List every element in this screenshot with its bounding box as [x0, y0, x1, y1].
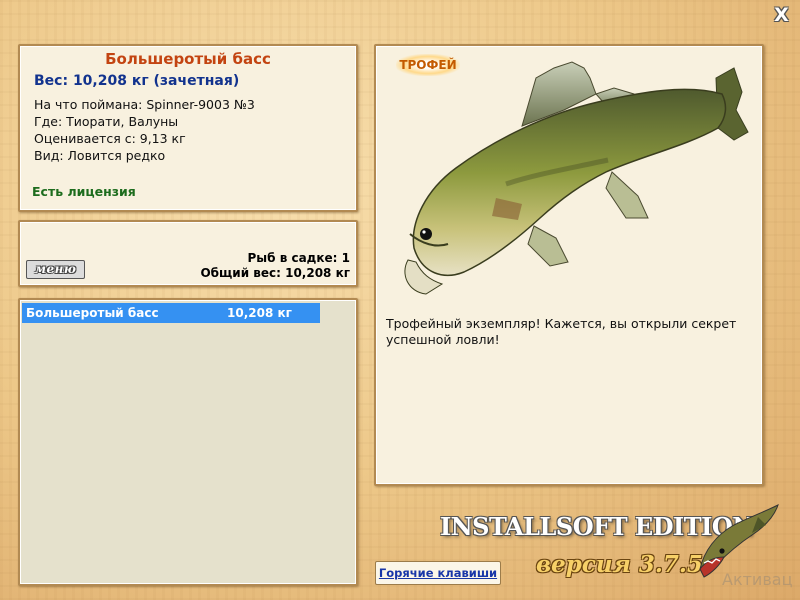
hotkeys-button[interactable]: Горячие клавиши [375, 561, 501, 585]
bass-fish-image [404, 61, 749, 295]
license-status: Есть лицензия [32, 184, 136, 199]
version-label: версия 3.7.5 [536, 551, 703, 578]
bait-info: На что поймана: Spinner-9003 №3 [34, 97, 255, 112]
keepnet-summary-panel: меню Рыб в садке: 1 Общий вес: 10,208 кг [18, 220, 358, 287]
list-item-weight: 10,208 кг [227, 306, 292, 320]
total-weight: Общий вес: 10,208 кг [200, 266, 350, 280]
activation-watermark: Активац [722, 570, 793, 589]
fish-count: Рыб в садке: 1 [247, 251, 351, 265]
location-info: Где: Тиорати, Валуны [34, 114, 179, 129]
fish-list-panel: Большеротый басс 10,208 кг [18, 298, 358, 586]
list-item-name: Большеротый басс [26, 306, 159, 320]
pike-logo-icon [699, 504, 779, 578]
fish-image-panel: ТРОФЕЙ Трофейный экземпляр! Кажется, вы … [374, 44, 764, 486]
trophy-badge: ТРОФЕЙ [396, 54, 460, 76]
value-info: Оценивается с: 9,13 кг [34, 131, 186, 146]
catch-info-panel: Большеротый басс Вес: 10,208 кг (зачетна… [18, 44, 358, 212]
fish-weight: Вес: 10,208 кг (зачетная) [34, 73, 240, 89]
rarity-info: Вид: Ловится редко [34, 148, 166, 163]
menu-button[interactable]: меню [26, 260, 85, 279]
list-item[interactable]: Большеротый басс 10,208 кг [22, 303, 320, 323]
fish-name-title: Большеротый басс [105, 50, 271, 68]
close-icon[interactable]: X [773, 6, 790, 25]
trophy-caption: Трофейный экземпляр! Кажется, вы открыли… [386, 316, 737, 347]
